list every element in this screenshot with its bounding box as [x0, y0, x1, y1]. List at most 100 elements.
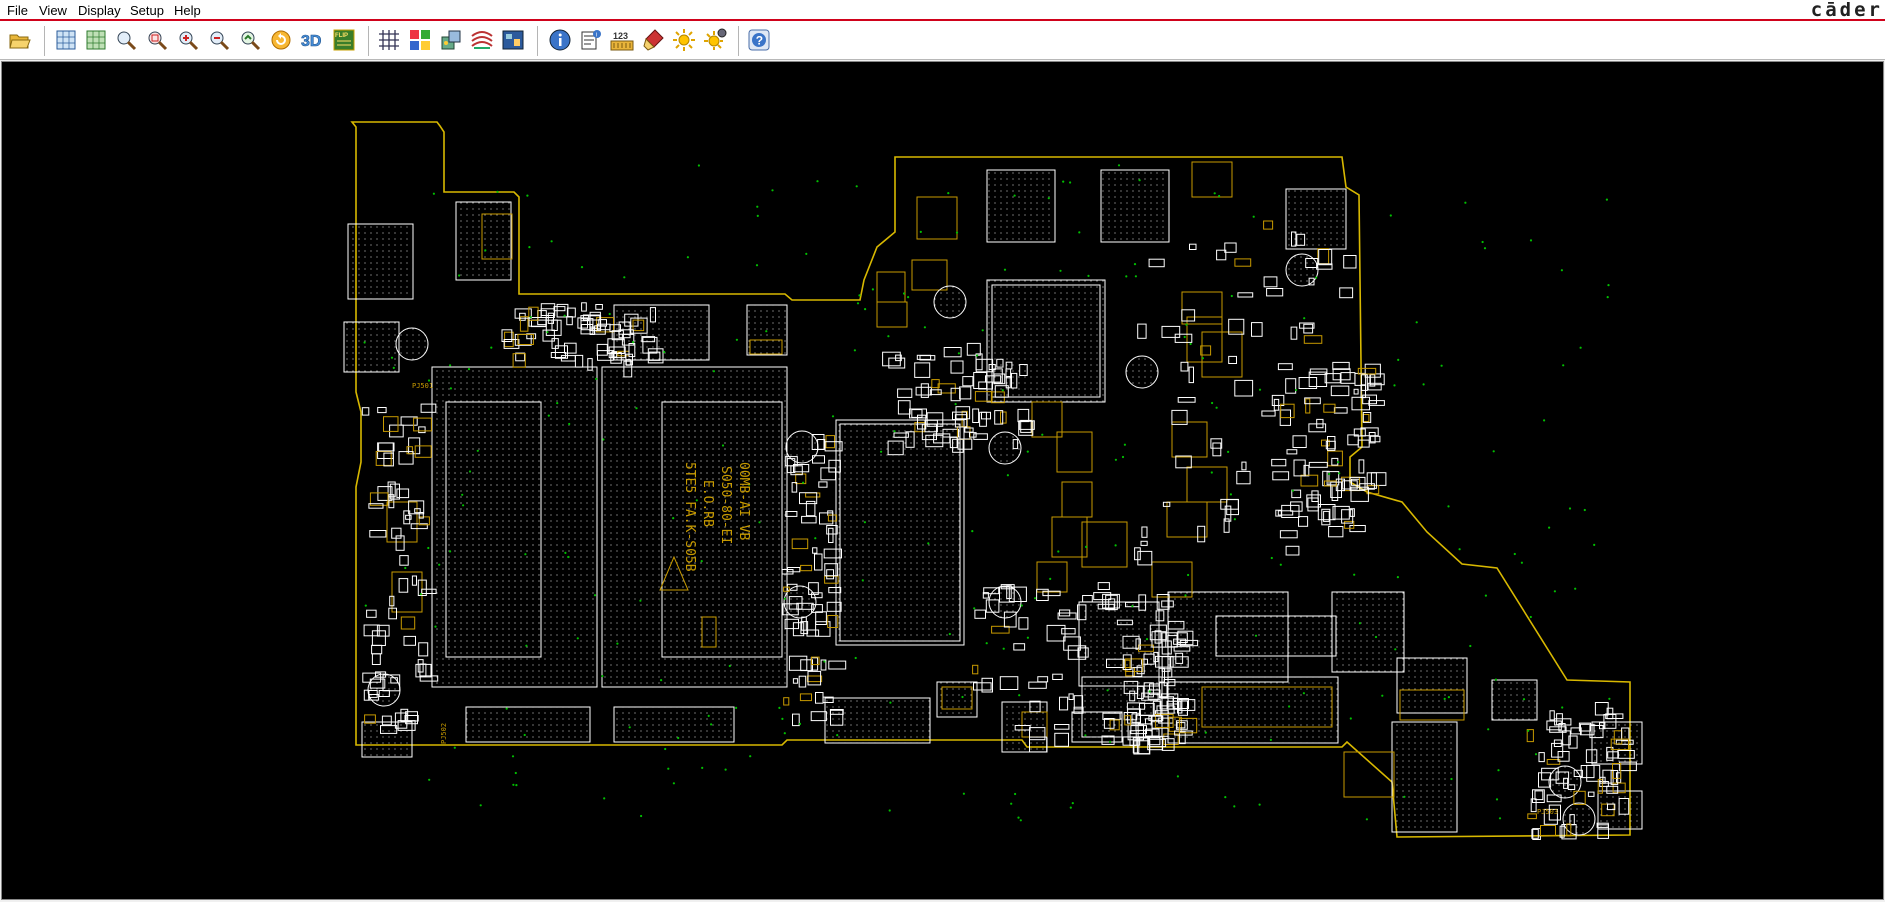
smd-part[interactable] [1220, 498, 1239, 510]
smd-part[interactable] [1333, 407, 1348, 414]
smd-part[interactable] [1018, 617, 1029, 630]
smd-part[interactable] [788, 655, 808, 671]
smd-part[interactable] [943, 347, 962, 358]
smd-part[interactable] [553, 306, 566, 312]
smd-part[interactable] [897, 388, 913, 398]
flip-board-icon[interactable]: FLIP [332, 28, 356, 52]
connector[interactable] [343, 321, 400, 373]
smd-part[interactable] [1292, 435, 1307, 448]
mounting-hole[interactable] [933, 285, 967, 319]
nets-icon[interactable] [470, 28, 494, 52]
smd-part[interactable] [1241, 461, 1247, 471]
smd-part[interactable] [1224, 242, 1237, 253]
smd-part[interactable] [399, 555, 409, 566]
menu-setup[interactable]: Setup [130, 3, 164, 18]
smd-part[interactable] [888, 357, 906, 369]
smd-part[interactable] [828, 527, 834, 543]
connector[interactable] [361, 721, 413, 758]
smd-part[interactable] [371, 644, 383, 655]
properties-icon[interactable]: i [579, 28, 603, 52]
smd-part[interactable] [1059, 696, 1069, 711]
highlighted-part[interactable] [1081, 521, 1128, 568]
smd-part[interactable] [1020, 419, 1032, 433]
smd-part[interactable] [1311, 490, 1319, 502]
smd-part[interactable] [1141, 526, 1148, 538]
smd-part[interactable] [361, 407, 370, 416]
smd-part[interactable] [1236, 470, 1251, 485]
ic-chip[interactable] [1100, 169, 1170, 243]
smd-part[interactable] [1580, 765, 1595, 779]
smd-part[interactable] [597, 323, 611, 331]
smd-part[interactable] [1188, 366, 1194, 384]
smd-part[interactable] [815, 692, 824, 704]
smd-part[interactable] [577, 317, 589, 329]
smd-part[interactable] [1305, 398, 1311, 414]
smd-part[interactable] [1234, 379, 1254, 397]
connector[interactable] [465, 706, 591, 743]
numbering-icon[interactable]: 123 [610, 28, 634, 52]
smd-part[interactable] [1037, 676, 1049, 683]
smd-part[interactable] [1340, 372, 1356, 384]
zoom-area-icon[interactable] [145, 28, 169, 52]
smd-part[interactable] [515, 352, 526, 362]
smd-part[interactable] [795, 473, 807, 485]
smd-part[interactable] [1286, 449, 1298, 455]
smd-part[interactable] [792, 713, 800, 727]
menu-file[interactable]: File [7, 3, 28, 18]
connector[interactable] [1491, 679, 1538, 721]
smd-part[interactable] [1061, 628, 1076, 635]
smd-part[interactable] [378, 442, 395, 452]
smd-part[interactable] [411, 575, 417, 586]
smd-part[interactable] [1272, 471, 1290, 481]
smd-part[interactable] [1323, 403, 1336, 413]
smd-part[interactable] [972, 664, 979, 675]
highlighted-part[interactable] [1181, 291, 1223, 325]
smd-part[interactable] [1068, 693, 1074, 701]
smd-part[interactable] [1332, 368, 1351, 381]
smd-part[interactable] [366, 609, 377, 618]
smd-part[interactable] [1028, 681, 1047, 689]
smd-part[interactable] [1331, 457, 1339, 466]
smd-part[interactable] [1054, 732, 1070, 747]
smd-part[interactable] [929, 389, 942, 396]
smd-part[interactable] [405, 514, 412, 520]
smd-part[interactable] [798, 675, 807, 688]
smd-part[interactable] [398, 578, 409, 593]
smd-part[interactable] [1322, 470, 1330, 487]
smd-part[interactable] [959, 386, 972, 400]
smd-part[interactable] [1181, 309, 1196, 322]
smd-part[interactable] [807, 670, 822, 686]
smd-part[interactable] [1343, 255, 1357, 269]
smd-part[interactable] [1599, 781, 1609, 787]
menu-view[interactable]: View [39, 3, 67, 18]
mounting-hole[interactable] [1562, 802, 1596, 836]
smd-part[interactable] [1271, 458, 1287, 467]
smd-part[interactable] [812, 547, 818, 554]
smd-part[interactable] [377, 407, 387, 414]
smd-part[interactable] [406, 446, 413, 455]
smd-part[interactable] [396, 488, 410, 499]
smd-part[interactable] [368, 503, 384, 509]
smd-part[interactable] [1017, 408, 1030, 423]
smd-part[interactable] [1328, 526, 1344, 538]
smd-part[interactable] [1161, 325, 1181, 338]
smd-part[interactable] [1046, 624, 1066, 642]
smd-part[interactable] [369, 530, 387, 538]
smd-part[interactable] [1082, 595, 1093, 603]
smd-part[interactable] [882, 351, 901, 367]
components-icon[interactable] [439, 28, 463, 52]
ic-chip[interactable] [1285, 188, 1347, 250]
smd-part[interactable] [1263, 276, 1278, 288]
smd-part[interactable] [897, 400, 911, 415]
smd-part[interactable] [1177, 397, 1196, 403]
smd-part[interactable] [371, 653, 381, 665]
smd-part[interactable] [1000, 411, 1007, 424]
smd-part[interactable] [1280, 403, 1295, 419]
smd-part[interactable] [1308, 461, 1328, 468]
smd-part[interactable] [994, 410, 1004, 425]
pcb-board-view[interactable]: 00MB-AI VB S050-80-EI E.O.RB 5TE5 FA.K-S… [2, 62, 1883, 899]
smd-part[interactable] [818, 481, 828, 488]
zoom-out-icon[interactable] [207, 28, 231, 52]
smd-part[interactable] [790, 465, 803, 476]
smd-part[interactable] [1175, 455, 1192, 469]
